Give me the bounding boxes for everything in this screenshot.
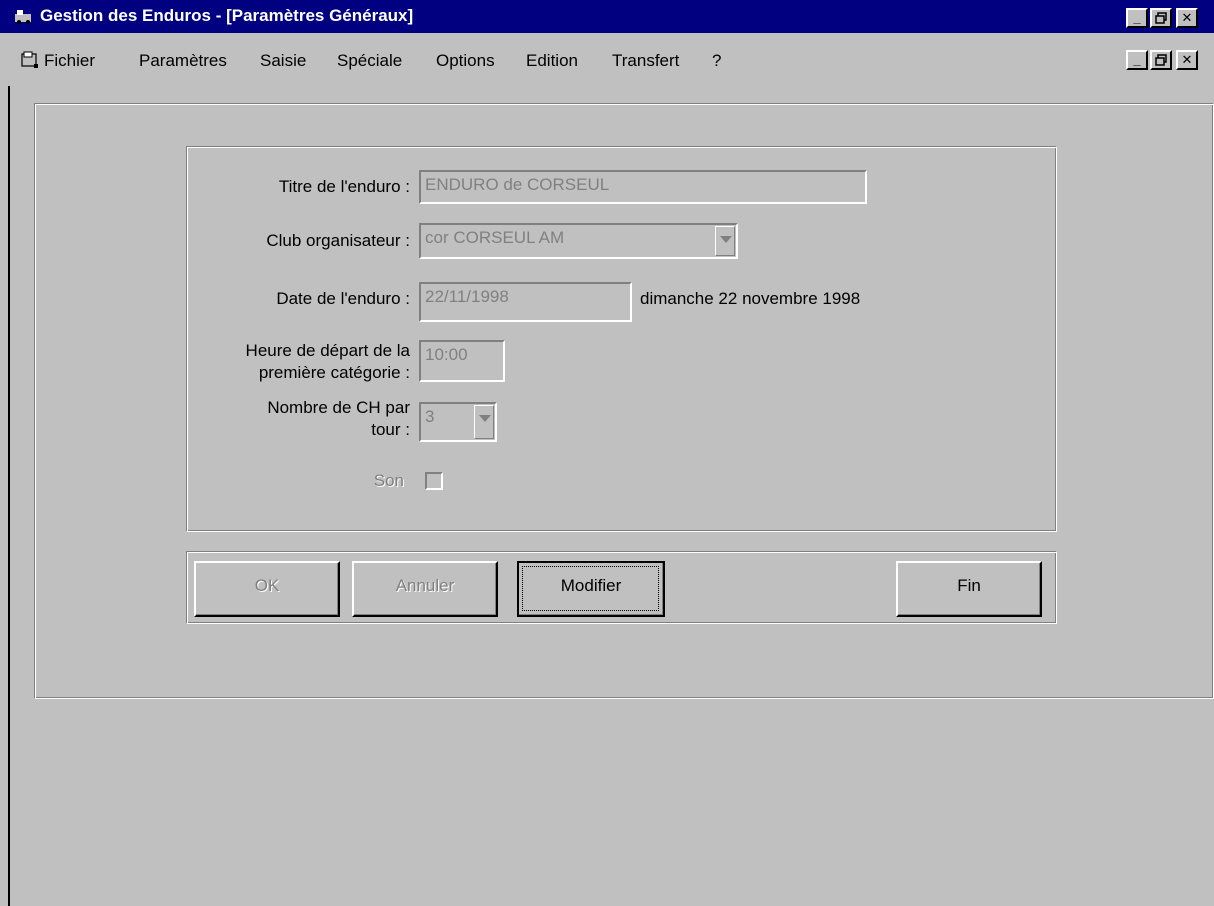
dropdown-arrow-icon[interactable] bbox=[474, 405, 494, 439]
club-select-value: cor CORSEUL AM bbox=[425, 228, 565, 247]
heure-input[interactable]: 10:00 bbox=[419, 340, 505, 382]
ok-button-label: OK bbox=[254, 576, 280, 595]
document-icon[interactable] bbox=[20, 50, 40, 70]
menu-speciale[interactable]: Spéciale bbox=[337, 51, 402, 71]
fin-button-label: Fin bbox=[957, 576, 981, 595]
app-icon[interactable] bbox=[14, 8, 32, 24]
menu-saisie[interactable]: Saisie bbox=[260, 51, 306, 71]
minimize-button[interactable]: _ bbox=[1126, 8, 1148, 28]
restore-icon bbox=[1155, 12, 1167, 24]
date-label: Date de l'enduro : bbox=[276, 289, 410, 308]
annuler-button[interactable]: Annuler bbox=[352, 561, 498, 617]
menu-parametres[interactable]: Paramètres bbox=[139, 51, 227, 71]
heure-label-line1: Heure de départ de la bbox=[245, 341, 410, 360]
heure-label-line2: première catégorie : bbox=[258, 363, 410, 382]
modifier-button[interactable]: Modifier bbox=[517, 561, 665, 617]
nombre-ch-select[interactable]: 3 bbox=[419, 402, 497, 442]
nombre-ch-label-line2: tour : bbox=[371, 420, 410, 439]
child-minimize-button[interactable]: _ bbox=[1126, 50, 1148, 70]
annuler-button-label: Annuler bbox=[395, 576, 455, 595]
menu-transfert[interactable]: Transfert bbox=[612, 51, 679, 71]
dropdown-arrow-icon[interactable] bbox=[715, 226, 735, 256]
modifier-button-label: Modifier bbox=[560, 576, 622, 595]
menu-options[interactable]: Options bbox=[436, 51, 495, 71]
restore-icon bbox=[1155, 54, 1167, 66]
titre-input[interactable]: ENDURO de CORSEUL bbox=[419, 170, 867, 204]
club-label: Club organisateur : bbox=[266, 231, 410, 250]
ok-button[interactable]: OK bbox=[194, 561, 340, 617]
nombre-ch-select-value: 3 bbox=[425, 407, 435, 426]
son-label: Son bbox=[373, 471, 404, 490]
menu-edition[interactable]: Edition bbox=[526, 51, 578, 71]
restore-button[interactable] bbox=[1150, 8, 1172, 28]
nombre-ch-label-line1: Nombre de CH par bbox=[267, 398, 410, 417]
menu-help[interactable]: ? bbox=[712, 51, 721, 71]
menu-fichier[interactable]: Fichier bbox=[44, 51, 95, 71]
title-bar: Gestion des Enduros - [Paramètres Généra… bbox=[0, 0, 1214, 33]
child-restore-button[interactable] bbox=[1150, 50, 1172, 70]
son-checkbox[interactable] bbox=[425, 472, 443, 490]
window-title: Gestion des Enduros - [Paramètres Généra… bbox=[40, 6, 414, 25]
fin-button[interactable]: Fin bbox=[896, 561, 1042, 617]
club-select[interactable]: cor CORSEUL AM bbox=[419, 223, 738, 259]
long-date-text: dimanche 22 novembre 1998 bbox=[640, 289, 861, 308]
close-button[interactable]: ✕ bbox=[1176, 8, 1198, 28]
titre-label: Titre de l'enduro : bbox=[278, 177, 410, 196]
child-close-button[interactable]: ✕ bbox=[1176, 50, 1198, 70]
date-input[interactable]: 22/11/1998 bbox=[419, 282, 632, 322]
